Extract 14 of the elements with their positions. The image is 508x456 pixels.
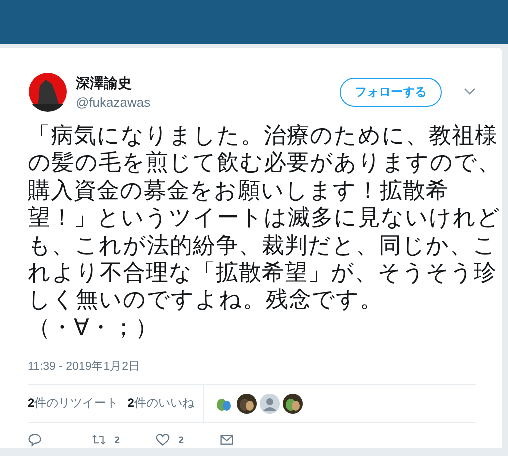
action-count: 2 — [115, 435, 120, 446]
stat-link[interactable]: 2件のいいね — [128, 395, 194, 412]
tweet-text: 「病気になりました。治療のために、教祖様の髪の毛を煎じて飲む必要がありますので、購入資金の募金をお願いします！拡散希望！」というツイートは滅多に見ないけれども、これが法的紛争、裁判だと、同じか、これより不合理な「拡散希望」が、そうそう珍しく無いのですよね。残念です。 — [28, 122, 502, 314]
action-count: 2 — [179, 435, 184, 446]
timestamp[interactable]: 11:39 - 2019年1月2日 — [28, 359, 502, 374]
reply-icon[interactable] — [28, 433, 42, 448]
retweet-icon[interactable] — [92, 433, 106, 448]
mail-icon[interactable] — [220, 433, 234, 448]
stat-link[interactable]: 2件のリツイート — [28, 395, 119, 412]
author-name[interactable]: 深澤諭史 — [76, 74, 340, 92]
author-handle[interactable]: @fukazawas — [76, 94, 340, 110]
chevron-down-icon[interactable] — [464, 88, 476, 96]
tweet-text: （・∀・；） — [28, 314, 160, 342]
heart-icon[interactable] — [156, 433, 170, 448]
